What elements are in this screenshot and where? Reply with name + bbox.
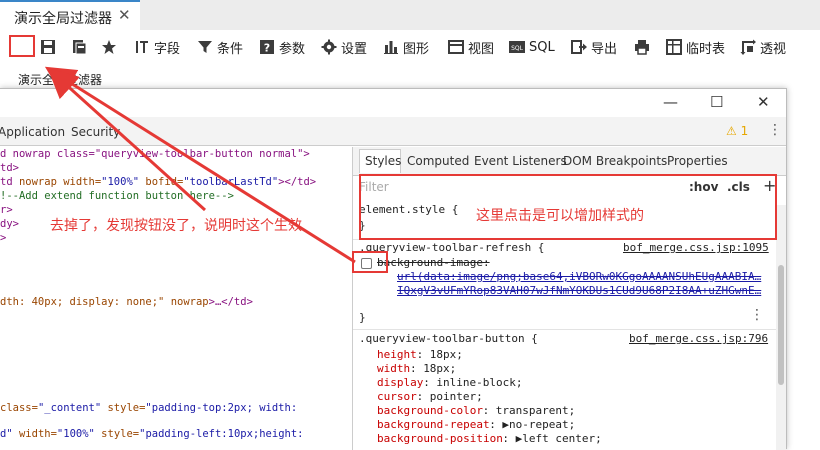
arrow-to-checkbox (44, 66, 356, 264)
annotation-arrows (44, 66, 356, 264)
arrow-to-removed-button (47, 67, 207, 212)
